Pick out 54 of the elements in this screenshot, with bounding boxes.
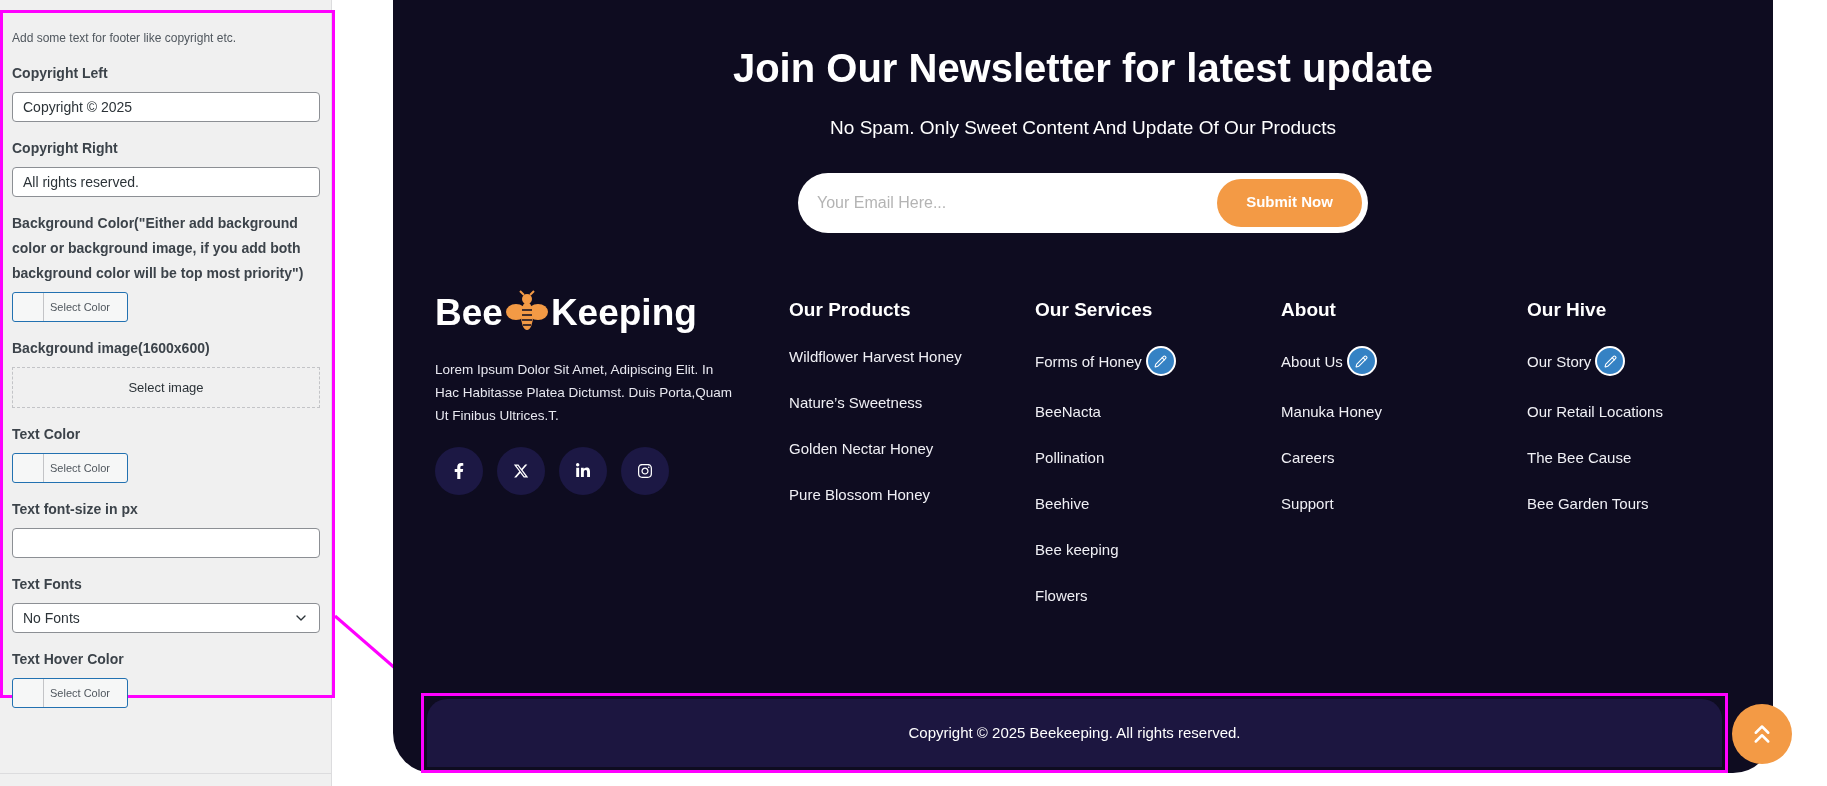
column-heading: Our Services: [1035, 297, 1154, 322]
linkedin-link[interactable]: [559, 446, 607, 495]
x-icon: [513, 462, 529, 479]
field-label: Text font-size in px: [12, 500, 139, 519]
footer-link[interactable]: Support: [1281, 493, 1334, 514]
brand-description: Lorem Ipsum Dolor Sit Amet, Adipiscing Elit. In Hac Habitasse Platea Dictumst. Duis Porta,Quam Ut Finibus Ultrices.T.: [435, 360, 734, 425]
newsletter-title: Join Our Newsletter for latest update: [732, 45, 1434, 92]
edit-pencil-icon[interactable]: [1145, 346, 1176, 376]
field-label: Copyright Right: [12, 139, 119, 158]
footer-link[interactable]: Pure Blossom Honey: [789, 484, 930, 505]
select-color-button[interactable]: Select Color: [12, 678, 128, 708]
footer-link[interactable]: Manuka Honey: [1281, 401, 1382, 422]
edit-pencil-icon[interactable]: [1595, 346, 1626, 376]
field-label: Text Color: [12, 425, 82, 444]
footer-link[interactable]: Bee keeping: [1035, 539, 1119, 560]
field-label: Copyright Left: [12, 64, 109, 83]
instagram-link[interactable]: [621, 446, 669, 495]
column-heading: Our Products: [789, 297, 912, 322]
footer-link[interactable]: BeeNacta: [1035, 401, 1101, 422]
copyright-text: Copyright © 2025 Beekeeping. All rights reserved.: [908, 722, 1241, 743]
edit-pencil-icon[interactable]: [1346, 346, 1377, 376]
column-heading: Our Hive: [1527, 297, 1608, 322]
text-input-field[interactable]: [12, 528, 320, 558]
footer-link[interactable]: About Us: [1281, 350, 1343, 372]
footer-link[interactable]: Wildflower Harvest Honey: [789, 346, 962, 367]
footer-link[interactable]: The Bee Cause: [1527, 447, 1632, 468]
instagram-icon: [637, 462, 653, 479]
brand-logo: Bee Keeping: [435, 287, 790, 338]
text-input-field[interactable]: Copyright © 2025: [12, 92, 320, 122]
footer-link[interactable]: Beehive: [1035, 493, 1090, 514]
linkedin-icon: [575, 462, 591, 479]
select-image-button[interactable]: Select image: [12, 367, 320, 408]
footer-link[interactable]: Golden Nectar Honey: [789, 438, 934, 459]
footer-link[interactable]: Nature’s Sweetness: [789, 392, 923, 413]
footer-link[interactable]: Our Story: [1527, 350, 1592, 372]
footer-link[interactable]: Careers: [1281, 447, 1335, 468]
intro-text: Add some text for footer like copyright etc.: [12, 30, 238, 47]
footer-link[interactable]: Bee Garden Tours: [1527, 493, 1649, 514]
field-label: Background Color("Either add background color or background image, if you add both background color will be top most priority"): [12, 214, 305, 283]
font-select[interactable]: No Fonts: [12, 603, 320, 633]
footer-link[interactable]: Our Retail Locations: [1527, 401, 1663, 422]
newsletter-subtitle: No Spam. Only Sweet Content And Update Of Our Products: [830, 116, 1336, 140]
footer-link[interactable]: Forms of Honey: [1035, 350, 1142, 372]
column-heading: About: [1281, 297, 1337, 322]
select-color-button[interactable]: Select Color: [12, 292, 128, 322]
x-link[interactable]: [497, 446, 545, 495]
footer-link[interactable]: Flowers: [1035, 585, 1088, 606]
facebook-link[interactable]: [435, 446, 483, 495]
field-label: Background image(1600x600): [12, 339, 211, 358]
footer-link[interactable]: Pollination: [1035, 447, 1105, 468]
text-input-field[interactable]: All rights reserved.: [12, 167, 320, 197]
field-label: Text Fonts: [12, 575, 83, 594]
select-color-button[interactable]: Select Color: [12, 453, 128, 483]
field-label: Text Hover Color: [12, 650, 125, 669]
